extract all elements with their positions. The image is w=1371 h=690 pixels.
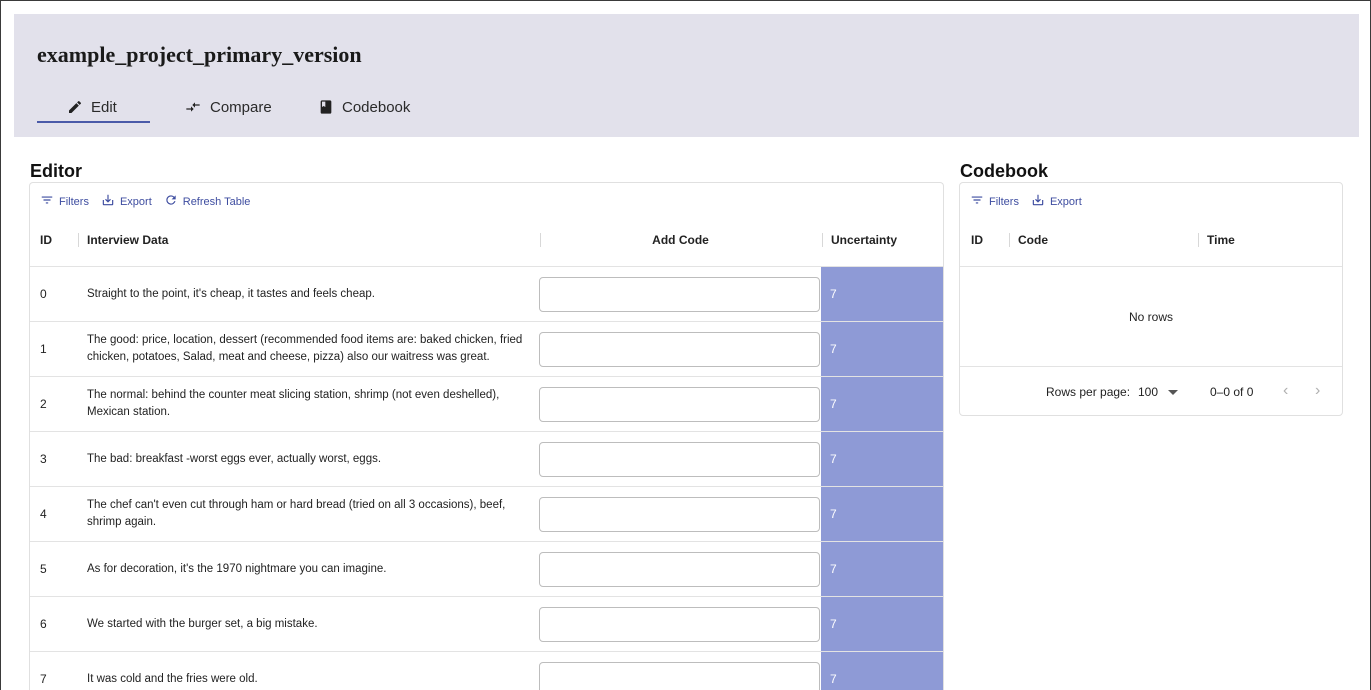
row-interview-text: It was cold and the fries were old.: [87, 672, 258, 685]
codebook-column-header-time[interactable]: Time: [1207, 231, 1235, 249]
filter-icon: [40, 193, 54, 210]
row-interview-text: As for decoration, it's the 1970 nightma…: [87, 562, 387, 575]
download-icon: [1031, 193, 1045, 210]
filter-icon: [970, 193, 984, 210]
codebook-filters-label: Filters: [989, 195, 1019, 208]
tab-compare-label: Compare: [210, 98, 272, 116]
row-id: 2: [40, 397, 47, 411]
editor-filters-label: Filters: [59, 195, 89, 208]
add-code-input[interactable]: [539, 332, 820, 367]
row-interview-text: The bad: breakfast -worst eggs ever, act…: [87, 452, 382, 465]
uncertainty-cell: 7: [821, 322, 943, 376]
tab-codebook[interactable]: Codebook: [318, 92, 410, 122]
tab-codebook-label: Codebook: [342, 98, 411, 116]
row-id: 6: [40, 617, 47, 631]
column-header-uncertainty[interactable]: Uncertainty: [831, 231, 897, 249]
refresh-icon: [164, 193, 178, 210]
uncertainty-cell: 7: [821, 487, 943, 541]
row-interview-text: The chef can't even cut through ham or h…: [87, 499, 506, 528]
chevron-right-icon[interactable]: ›: [1315, 382, 1320, 400]
refresh-table-button[interactable]: Refresh Table: [164, 193, 251, 210]
column-header-add-code[interactable]: Add Code: [540, 231, 821, 249]
uncertainty-cell: 7: [821, 377, 943, 431]
codebook-table: Filters Export ID Code Time No rows Rows…: [959, 182, 1343, 416]
uncertainty-cell: 7: [821, 597, 943, 651]
project-title: example_project_primary_version: [37, 42, 362, 67]
chevron-left-icon[interactable]: ‹: [1283, 382, 1288, 400]
uncertainty-cell: 7: [821, 542, 943, 596]
uncertainty-cell: 7: [821, 652, 943, 690]
editor-toolbar: Filters Export Refresh Table: [40, 193, 256, 210]
no-rows-message: No rows: [1128, 309, 1173, 324]
rows-per-page-label: Rows per page:: [1046, 385, 1131, 399]
compare-arrows-icon: [184, 99, 202, 115]
table-row[interactable]: 3 The bad: breakfast -worst eggs ever, a…: [30, 432, 943, 487]
row-interview-text: The good: price, location, dessert (reco…: [87, 334, 523, 363]
table-row[interactable]: 6 We started with the burger set, a big …: [30, 597, 943, 652]
rows-per-page-value: 100: [1138, 385, 1159, 399]
pagination-range: 0–0 of 0: [1210, 385, 1254, 399]
column-separator[interactable]: [1198, 233, 1199, 247]
rows-per-page-select[interactable]: 100: [1138, 385, 1179, 399]
editor-title: Editor: [30, 161, 82, 181]
table-row[interactable]: 7 It was cold and the fries were old. 7: [30, 652, 943, 690]
add-code-input[interactable]: [539, 277, 820, 312]
table-row[interactable]: 1 The good: price, location, dessert (re…: [30, 322, 943, 377]
row-id: 0: [40, 287, 47, 301]
row-id: 5: [40, 562, 47, 576]
codebook-column-header-code[interactable]: Code: [1018, 231, 1048, 249]
table-row[interactable]: 0 Straight to the point, it's cheap, it …: [30, 267, 943, 322]
uncertainty-cell: 7: [821, 432, 943, 486]
codebook-toolbar: Filters Export: [970, 193, 1088, 210]
codebook-export-button[interactable]: Export: [1031, 193, 1082, 210]
add-code-input[interactable]: [539, 662, 820, 690]
book-icon: [318, 99, 334, 115]
tab-compare[interactable]: Compare: [184, 92, 272, 122]
table-row[interactable]: 2 The normal: behind the counter meat sl…: [30, 377, 943, 432]
pencil-icon: [67, 99, 83, 115]
app-frame: example_project_primary_version Edit Com…: [0, 0, 1371, 690]
row-interview-text: The normal: behind the counter meat slic…: [87, 389, 500, 418]
add-code-input[interactable]: [539, 387, 820, 422]
caret-down-icon: [1168, 385, 1179, 399]
add-code-input[interactable]: [539, 497, 820, 532]
row-id: 7: [40, 672, 47, 686]
table-row[interactable]: 4 The chef can't even cut through ham or…: [30, 487, 943, 542]
tab-edit[interactable]: Edit: [67, 92, 117, 122]
editor-table: Filters Export Refresh Table ID Intervie…: [29, 182, 944, 690]
column-separator[interactable]: [822, 233, 823, 247]
codebook-filters-button[interactable]: Filters: [970, 193, 1019, 210]
uncertainty-cell: 7: [821, 267, 943, 321]
column-separator[interactable]: [78, 233, 79, 247]
project-header: example_project_primary_version Edit Com…: [14, 14, 1359, 137]
codebook-title: Codebook: [960, 161, 1048, 181]
editor-filters-button[interactable]: Filters: [40, 193, 89, 210]
codebook-column-header-id[interactable]: ID: [971, 231, 983, 249]
codebook-export-label: Export: [1049, 195, 1082, 208]
column-separator[interactable]: [1009, 233, 1010, 247]
row-id: 3: [40, 452, 47, 466]
table-row[interactable]: 5 As for decoration, it's the 1970 night…: [30, 542, 943, 597]
refresh-table-label: Refresh Table: [182, 195, 251, 208]
editor-export-label: Export: [119, 195, 152, 208]
row-id: 1: [40, 342, 47, 356]
active-tab-indicator: [37, 121, 150, 123]
add-code-input[interactable]: [539, 552, 820, 587]
row-interview-text: We started with the burger set, a big mi…: [87, 617, 318, 630]
editor-export-button[interactable]: Export: [101, 193, 152, 210]
column-header-interview-data[interactable]: Interview Data: [87, 231, 168, 249]
row-interview-text: Straight to the point, it's cheap, it ta…: [87, 287, 375, 300]
pagination-footer: Rows per page: 100 0–0 of 0 ‹ ›: [960, 366, 1342, 415]
add-code-input[interactable]: [539, 442, 820, 477]
add-code-input[interactable]: [539, 607, 820, 642]
tab-edit-label: Edit: [91, 98, 117, 116]
download-icon: [101, 193, 115, 210]
column-header-id[interactable]: ID: [40, 231, 52, 249]
row-id: 4: [40, 507, 47, 521]
